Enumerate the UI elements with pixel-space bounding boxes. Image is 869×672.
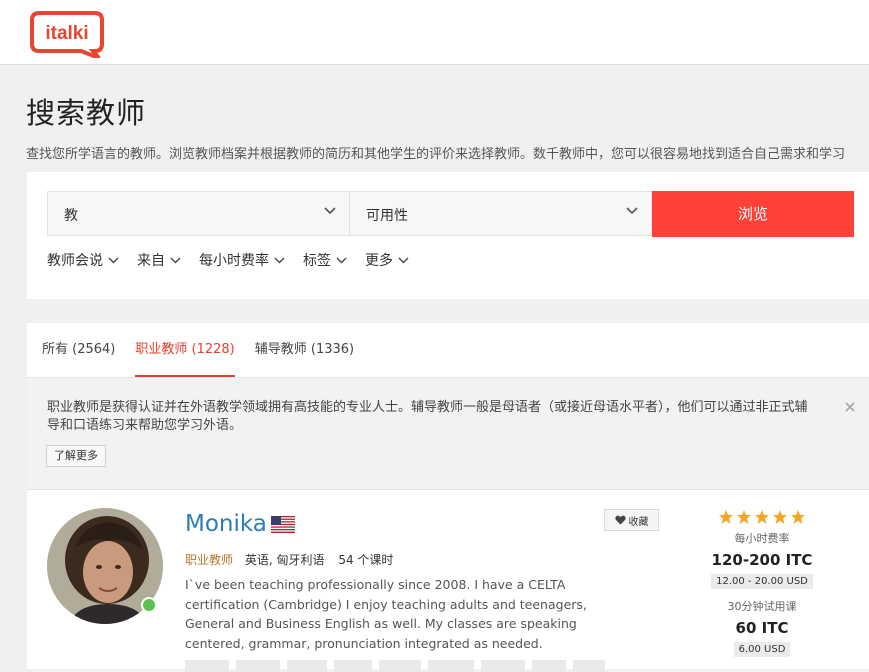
tab-all[interactable]: 所有 (2564): [42, 323, 115, 377]
learn-more-button[interactable]: 了解更多: [46, 445, 106, 467]
teacher-tags-row: [185, 660, 612, 672]
page-title: 搜索教师: [26, 96, 147, 130]
availability-select-value: 可用性: [366, 208, 408, 224]
chevron-down-icon: [626, 207, 638, 215]
filter-hourly-rate[interactable]: 每小时费率: [199, 250, 285, 270]
chevron-down-icon: [398, 257, 409, 263]
hourly-rate-usd: 12.00 - 20.00 USD: [711, 574, 813, 589]
filter-tags[interactable]: 标签: [303, 250, 347, 270]
tag-chip[interactable]: [481, 660, 525, 672]
teacher-bio: I`ve been teaching professionally since …: [185, 577, 587, 651]
online-status-indicator: [141, 597, 157, 613]
rating-stars: [702, 509, 822, 525]
tab-professional-teachers[interactable]: 职业教师 (1228): [135, 323, 236, 377]
tag-chip[interactable]: [428, 660, 474, 672]
tag-chip[interactable]: [532, 660, 566, 672]
tag-chip[interactable]: [185, 660, 229, 672]
star-icon: [791, 510, 805, 524]
hourly-rate-itc: 120-200 ITC: [711, 551, 813, 569]
star-icon: [737, 510, 751, 524]
info-notice: 职业教师是获得认证并在外语教学领域拥有高技能的专业人士。辅导教师一般是母语者（或…: [27, 377, 869, 490]
trial-lesson-itc: 60 ITC: [735, 619, 789, 637]
star-icon: [773, 510, 787, 524]
heart-icon: [614, 515, 626, 525]
tag-chip[interactable]: [379, 660, 421, 672]
tag-chip[interactable]: [236, 660, 280, 672]
filter-more[interactable]: 更多: [365, 250, 409, 270]
top-navbar: italki: [0, 0, 869, 65]
chevron-down-icon: [108, 257, 119, 263]
results-panel: 所有 (2564) 职业教师 (1228) 辅导教师 (1336) 职业教师是获…: [27, 323, 869, 672]
teacher-meta: 职业教师 英语, 匈牙利语 54 个课时: [185, 551, 393, 568]
star-icon: [755, 510, 769, 524]
teacher-role: 职业教师: [185, 553, 234, 567]
teacher-type-tabs: 所有 (2564) 职业教师 (1228) 辅导教师 (1336): [42, 323, 374, 377]
trial-lesson-label: 30分钟试用课: [727, 600, 797, 613]
notice-text: 职业教师是获得认证并在外语教学领域拥有高技能的专业人士。辅导教师一般是母语者（或…: [47, 400, 808, 433]
trial-lesson-usd: 6.00 USD: [733, 642, 791, 657]
tag-chip[interactable]: [287, 660, 327, 672]
teacher-lesson-count: 54 个课时: [338, 553, 394, 567]
page-description: 查找您所学语言的教师。浏览教师档案并根据教师的简历和其他学生的评价来选择教师。数…: [26, 147, 846, 162]
star-icon: [719, 510, 733, 524]
availability-select[interactable]: 可用性: [350, 191, 652, 236]
tag-chip[interactable]: [334, 660, 372, 672]
teacher-avatar[interactable]: [47, 508, 163, 624]
search-panel: 教 可用性 浏览 教师会说 来自 每小时费率 标签 更多: [27, 172, 869, 299]
teacher-languages: 英语, 匈牙利语: [244, 553, 325, 567]
teacher-name-link[interactable]: Monika: [185, 511, 267, 537]
favorite-button[interactable]: 收藏: [604, 509, 659, 531]
teach-select-value: 教: [64, 208, 78, 224]
tag-chip[interactable]: [573, 660, 605, 672]
chevron-down-icon: [336, 257, 347, 263]
us-flag-icon: [271, 516, 295, 533]
chevron-down-icon: [324, 207, 336, 215]
price-column: 每小时费率 120-200 ITC 12.00 - 20.00 USD 30分钟…: [702, 509, 822, 657]
svg-text:italki: italki: [45, 23, 88, 44]
filter-teacher-speaks[interactable]: 教师会说: [47, 250, 119, 270]
hourly-rate-label: 每小时费率: [734, 532, 790, 545]
tab-community-tutors[interactable]: 辅导教师 (1336): [255, 323, 354, 377]
chevron-down-icon: [170, 257, 181, 263]
filter-from[interactable]: 来自: [137, 250, 181, 270]
chevron-down-icon: [274, 257, 285, 263]
filter-bar: 教师会说 来自 每小时费率 标签 更多: [47, 250, 427, 270]
browse-button[interactable]: 浏览: [652, 191, 854, 237]
close-icon[interactable]: [845, 402, 855, 412]
italki-logo[interactable]: italki: [29, 10, 105, 60]
teach-language-select[interactable]: 教: [47, 191, 350, 236]
